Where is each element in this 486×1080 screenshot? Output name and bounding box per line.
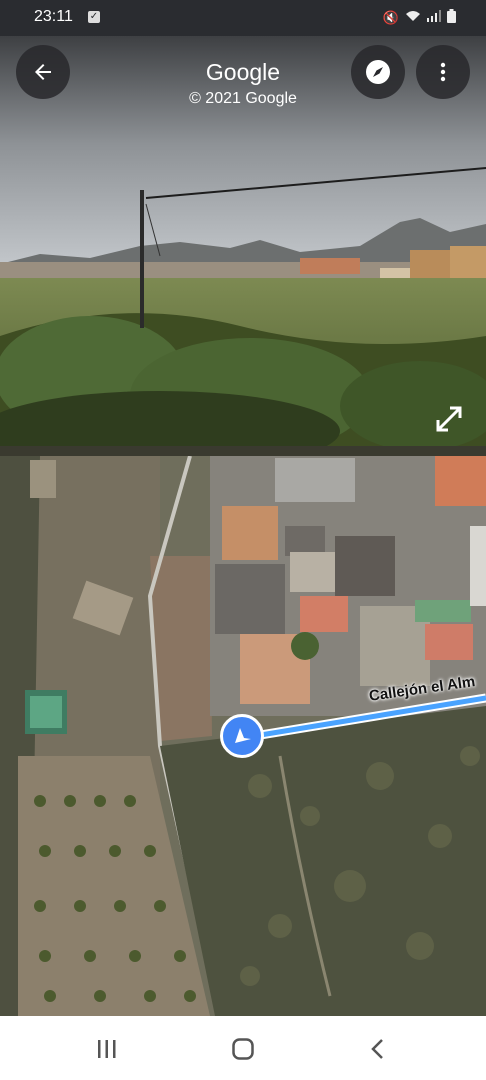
status-icons: 🔇	[383, 9, 456, 26]
mute-icon: 🔇	[382, 9, 399, 25]
navigation-arrow-icon	[235, 728, 251, 743]
recents-button[interactable]	[87, 1034, 127, 1064]
notification-check-icon: ✓	[88, 11, 100, 23]
more-vert-icon	[440, 62, 446, 82]
compass-button[interactable]	[351, 45, 405, 99]
status-time: 23:11	[34, 8, 73, 25]
home-icon	[232, 1038, 254, 1060]
battery-icon	[447, 9, 456, 26]
back-button[interactable]	[16, 45, 70, 99]
system-navigation-bar	[0, 1016, 486, 1080]
status-bar: 23:11 ✓ 🔇	[0, 0, 486, 36]
home-button[interactable]	[223, 1034, 263, 1064]
system-back-button[interactable]	[358, 1034, 398, 1064]
expand-icon	[436, 406, 462, 432]
wifi-icon	[405, 10, 421, 25]
location-marker[interactable]	[220, 714, 264, 758]
expand-button[interactable]	[432, 402, 466, 436]
copyright-text: © 2021 Google	[189, 90, 297, 107]
compass-icon	[366, 60, 390, 84]
signal-icon	[427, 10, 441, 25]
chevron-left-icon	[371, 1039, 383, 1059]
more-options-button[interactable]	[416, 45, 470, 99]
recents-icon	[98, 1040, 116, 1058]
title-block: Google © 2021 Google	[150, 58, 336, 110]
page-title: Google	[205, 59, 281, 85]
arrow-back-icon	[35, 64, 51, 80]
